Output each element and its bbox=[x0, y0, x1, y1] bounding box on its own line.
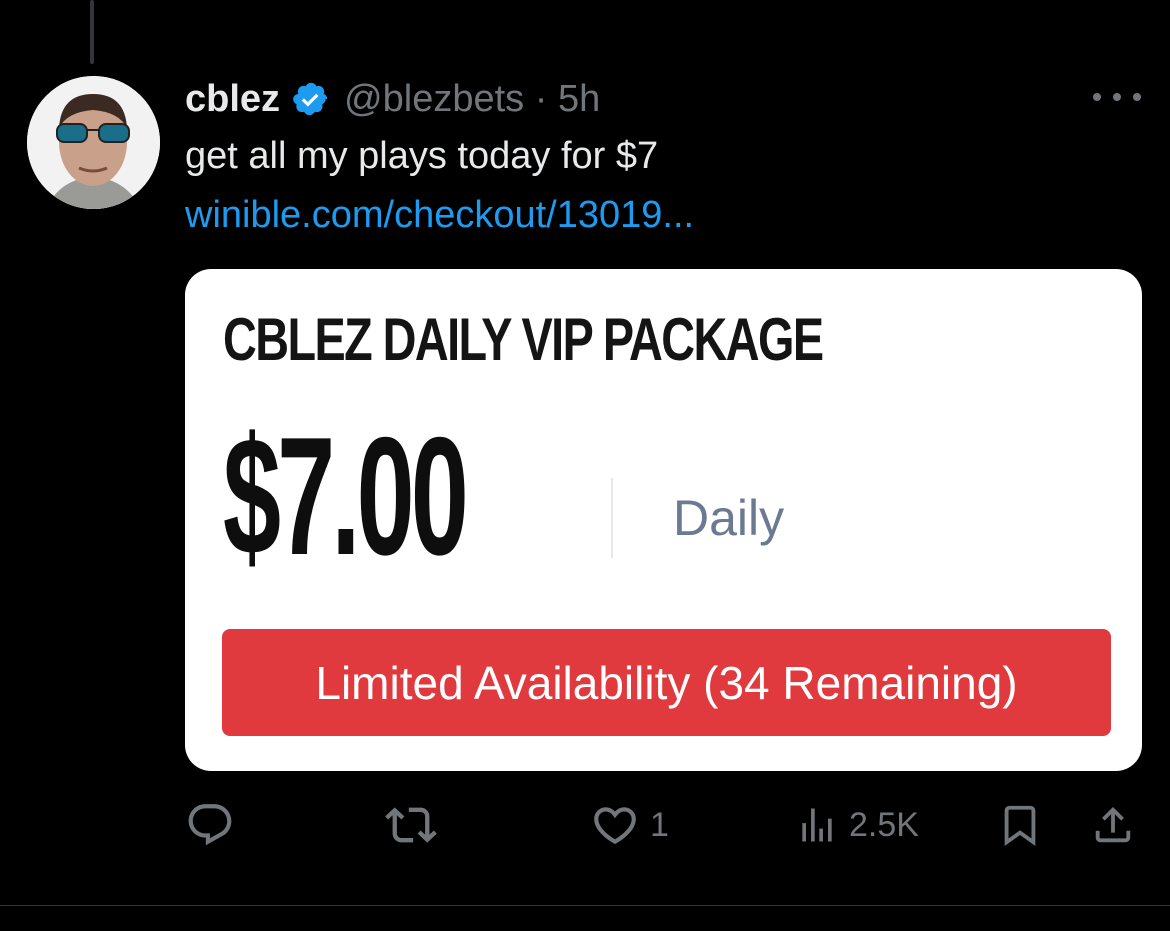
tweet-header: cblez @blezbets · 5h bbox=[185, 76, 600, 122]
views-count: 2.5K bbox=[849, 805, 919, 844]
verified-badge-icon bbox=[292, 80, 330, 118]
more-options-button[interactable] bbox=[1093, 82, 1141, 112]
author-name[interactable]: cblez bbox=[185, 78, 280, 121]
reply-icon bbox=[188, 804, 232, 846]
thread-connector-line bbox=[90, 0, 94, 64]
tweet-divider bbox=[0, 905, 1170, 906]
billing-period: Daily bbox=[673, 490, 785, 546]
views-icon bbox=[802, 808, 832, 842]
more-icon bbox=[1093, 93, 1101, 101]
views-button[interactable]: 2.5K bbox=[795, 795, 919, 855]
tweet-text: get all my plays today for $7 bbox=[185, 135, 659, 177]
bookmark-icon bbox=[1004, 805, 1036, 846]
like-icon bbox=[594, 807, 636, 845]
more-icon-dot bbox=[1113, 93, 1121, 101]
more-icon-dot bbox=[1133, 93, 1141, 101]
separator-dot: · bbox=[524, 77, 558, 120]
handle-text: @blezbets bbox=[344, 77, 525, 120]
repost-button[interactable] bbox=[385, 795, 447, 855]
avatar[interactable] bbox=[27, 76, 160, 209]
share-icon bbox=[1095, 806, 1131, 843]
post-time[interactable]: 5h bbox=[558, 78, 600, 120]
package-price: $7.00 bbox=[223, 402, 469, 590]
media-card[interactable]: CBLEZ DAILY VIP PACKAGE $7.00 Daily Limi… bbox=[185, 269, 1142, 771]
like-button[interactable]: 1 bbox=[590, 795, 669, 855]
package-title: CBLEZ DAILY VIP PACKAGE bbox=[223, 306, 824, 373]
availability-banner: Limited Availability (34 Remaining) bbox=[222, 629, 1111, 736]
avatar-photo bbox=[27, 76, 160, 209]
repost-icon bbox=[385, 807, 437, 843]
bookmark-button[interactable] bbox=[997, 795, 1043, 855]
tweet-link[interactable]: winible.com/checkout/13019... bbox=[185, 194, 694, 237]
like-count: 1 bbox=[650, 805, 669, 844]
action-bar: 1 2.5K bbox=[185, 795, 1142, 855]
reply-button[interactable] bbox=[185, 795, 245, 855]
author-handle[interactable]: @blezbets · 5h bbox=[344, 78, 600, 121]
share-button[interactable] bbox=[1090, 795, 1136, 855]
price-divider bbox=[611, 478, 613, 558]
